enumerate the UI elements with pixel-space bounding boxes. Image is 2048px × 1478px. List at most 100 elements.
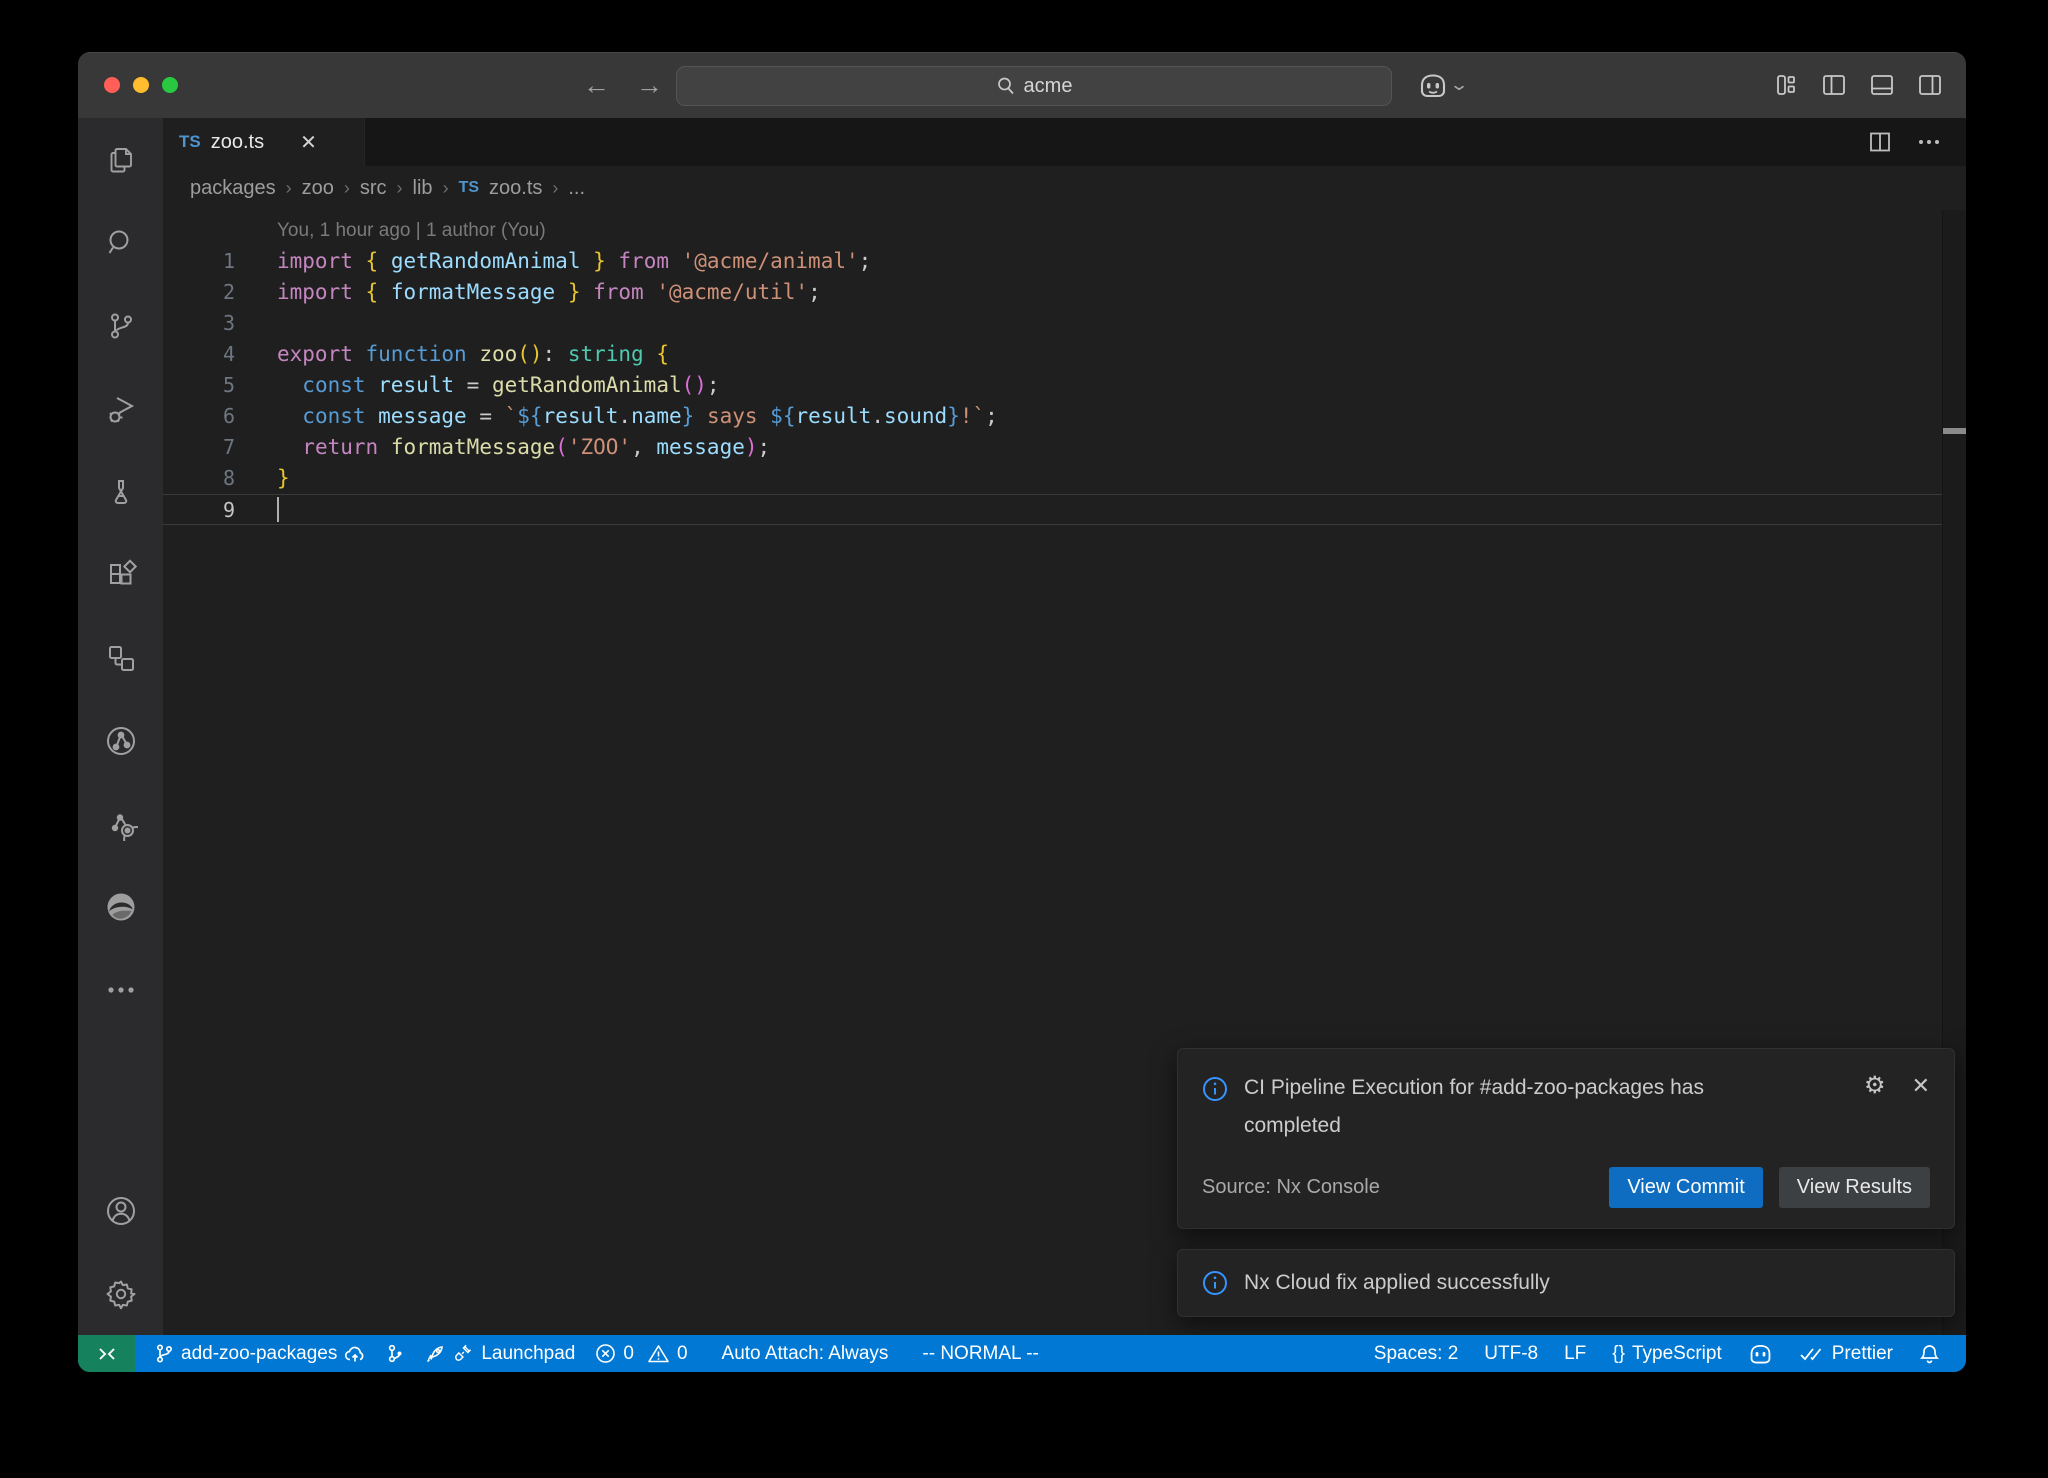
search-icon	[996, 76, 1016, 96]
line-content: const message = `${result.name} says ${r…	[235, 401, 998, 432]
run-debug-icon[interactable]	[78, 367, 163, 450]
line-content: import { formatMessage } from '@acme/uti…	[235, 277, 821, 308]
tab-zoo-ts[interactable]: TS zoo.ts ✕	[163, 118, 365, 166]
screenshot-stage: { "accents": { "status_bar_blue": "#0078…	[0, 0, 2048, 1478]
line-content: return formatMessage('ZOO', message);	[235, 432, 770, 463]
breadcrumb-item[interactable]: packages	[190, 177, 276, 200]
breadcrumb-separator: ›	[552, 178, 558, 199]
line-content	[235, 495, 277, 524]
split-editor-icon[interactable]	[1868, 131, 1892, 153]
launchpad-label: Launchpad	[481, 1343, 575, 1365]
eol-status[interactable]: LF	[1564, 1343, 1586, 1365]
close-tab-icon[interactable]: ✕	[300, 130, 317, 155]
notification-nx-cloud-fix: Nx Cloud fix applied successfully	[1177, 1249, 1955, 1317]
code-line[interactable]: 3	[163, 308, 1966, 339]
copilot-icon[interactable]	[1418, 72, 1448, 99]
language-mode-status[interactable]: {} TypeScript	[1612, 1343, 1721, 1365]
git-blame-annotation: You, 1 hour ago | 1 author (You)	[277, 216, 1966, 246]
command-center-search[interactable]: acme	[676, 66, 1392, 106]
activity-bar	[78, 118, 163, 1335]
indentation-status[interactable]: Spaces: 2	[1374, 1343, 1459, 1365]
code-line[interactable]: 5 const result = getRandomAnimal();	[163, 370, 1966, 401]
project-graph-icon[interactable]	[78, 616, 163, 699]
breadcrumb-separator: ›	[344, 178, 350, 199]
title-bar: ← → acme ⌄	[78, 52, 1966, 119]
copilot-status[interactable]	[1748, 1343, 1773, 1365]
notifications-bell[interactable]	[1919, 1343, 1940, 1365]
line-number: 2	[163, 277, 235, 308]
source-control-icon[interactable]	[78, 284, 163, 367]
extensions-icon[interactable]	[78, 533, 163, 616]
toggle-primary-sidebar-icon[interactable]	[1822, 74, 1846, 96]
line-number: 3	[163, 308, 235, 339]
search-sidebar-icon[interactable]	[78, 201, 163, 284]
code-line[interactable]: 7 return formatMessage('ZOO', message);	[163, 432, 1966, 463]
tab-label: zoo.ts	[211, 131, 264, 154]
source-control-graph-status[interactable]	[386, 1343, 404, 1364]
problems-status[interactable]: 0 0	[595, 1343, 687, 1365]
more-actions-icon[interactable]	[1918, 139, 1940, 145]
toggle-secondary-sidebar-icon[interactable]	[1918, 74, 1942, 96]
customize-layout-icon[interactable]	[1774, 74, 1798, 96]
edge-browser-icon[interactable]	[78, 865, 163, 948]
line-number: 4	[163, 339, 235, 370]
notification-close-icon[interactable]: ✕	[1912, 1073, 1930, 1099]
code-line[interactable]: 8}	[163, 463, 1966, 494]
explorer-icon[interactable]	[78, 118, 163, 201]
text-cursor	[277, 497, 279, 522]
line-content: }	[235, 463, 290, 494]
breadcrumb-item[interactable]: zoo	[302, 177, 334, 200]
info-icon	[1202, 1069, 1228, 1102]
code-line[interactable]: 6 const message = `${result.name} says $…	[163, 401, 1966, 432]
vscode-window: ← → acme ⌄	[78, 52, 1966, 1372]
publish-cloud-icon	[344, 1344, 366, 1364]
warnings-icon	[647, 1343, 670, 1364]
breadcrumb-item[interactable]: lib	[413, 177, 433, 200]
remote-indicator[interactable]	[78, 1335, 135, 1372]
breadcrumb-separator: ›	[397, 178, 403, 199]
plug-icon	[453, 1343, 474, 1364]
breadcrumb-file[interactable]: zoo.ts	[489, 177, 542, 200]
formatter-status[interactable]: Prettier	[1799, 1343, 1893, 1365]
go-forward-icon[interactable]: →	[636, 70, 663, 101]
breadcrumb-item[interactable]: src	[360, 177, 387, 200]
scrollbar-cursor-mark	[1943, 428, 1966, 434]
breadcrumb-separator: ›	[443, 178, 449, 199]
info-icon	[1202, 1270, 1228, 1296]
code-line[interactable]: 1import { getRandomAnimal } from '@acme/…	[163, 246, 1966, 277]
notification-message: CI Pipeline Execution for #add-zoo-packa…	[1244, 1069, 1784, 1145]
zoom-window-button[interactable]	[162, 77, 178, 93]
auto-attach-status[interactable]: Auto Attach: Always	[722, 1343, 889, 1365]
more-views-icon[interactable]	[78, 948, 163, 1031]
minimize-window-button[interactable]	[133, 77, 149, 93]
code-line[interactable]: 9	[163, 494, 1966, 525]
notification-settings-icon[interactable]: ⚙	[1864, 1074, 1886, 1098]
double-check-icon	[1799, 1345, 1825, 1363]
vim-mode-status[interactable]: -- NORMAL --	[922, 1343, 1038, 1365]
nx-cloud-icon[interactable]	[78, 782, 163, 865]
line-number: 8	[163, 463, 235, 494]
nx-console-icon[interactable]	[78, 699, 163, 782]
code-line[interactable]: 4export function zoo(): string {	[163, 339, 1966, 370]
notification-source: Source: Nx Console	[1202, 1176, 1380, 1199]
branch-name: add-zoo-packages	[181, 1343, 337, 1365]
breadcrumb-overflow[interactable]: ...	[568, 177, 585, 200]
line-number: 6	[163, 401, 235, 432]
go-back-icon[interactable]: ←	[583, 70, 610, 101]
encoding-status[interactable]: UTF-8	[1484, 1343, 1538, 1365]
launchpad-status[interactable]: Launchpad	[424, 1343, 575, 1365]
close-window-button[interactable]	[104, 77, 120, 93]
view-results-button[interactable]: View Results	[1779, 1167, 1930, 1208]
git-branch-status[interactable]: add-zoo-packages	[155, 1343, 366, 1365]
line-content	[235, 308, 277, 339]
accounts-icon[interactable]	[78, 1169, 163, 1252]
warning-count: 0	[677, 1343, 688, 1365]
line-number: 9	[163, 495, 235, 524]
code-line[interactable]: 2import { formatMessage } from '@acme/ut…	[163, 277, 1966, 308]
view-commit-button[interactable]: View Commit	[1609, 1167, 1762, 1208]
line-number: 5	[163, 370, 235, 401]
settings-gear-icon[interactable]	[78, 1252, 163, 1335]
chevron-down-icon[interactable]: ⌄	[1449, 75, 1469, 95]
toggle-panel-icon[interactable]	[1870, 74, 1894, 96]
testing-icon[interactable]	[78, 450, 163, 533]
